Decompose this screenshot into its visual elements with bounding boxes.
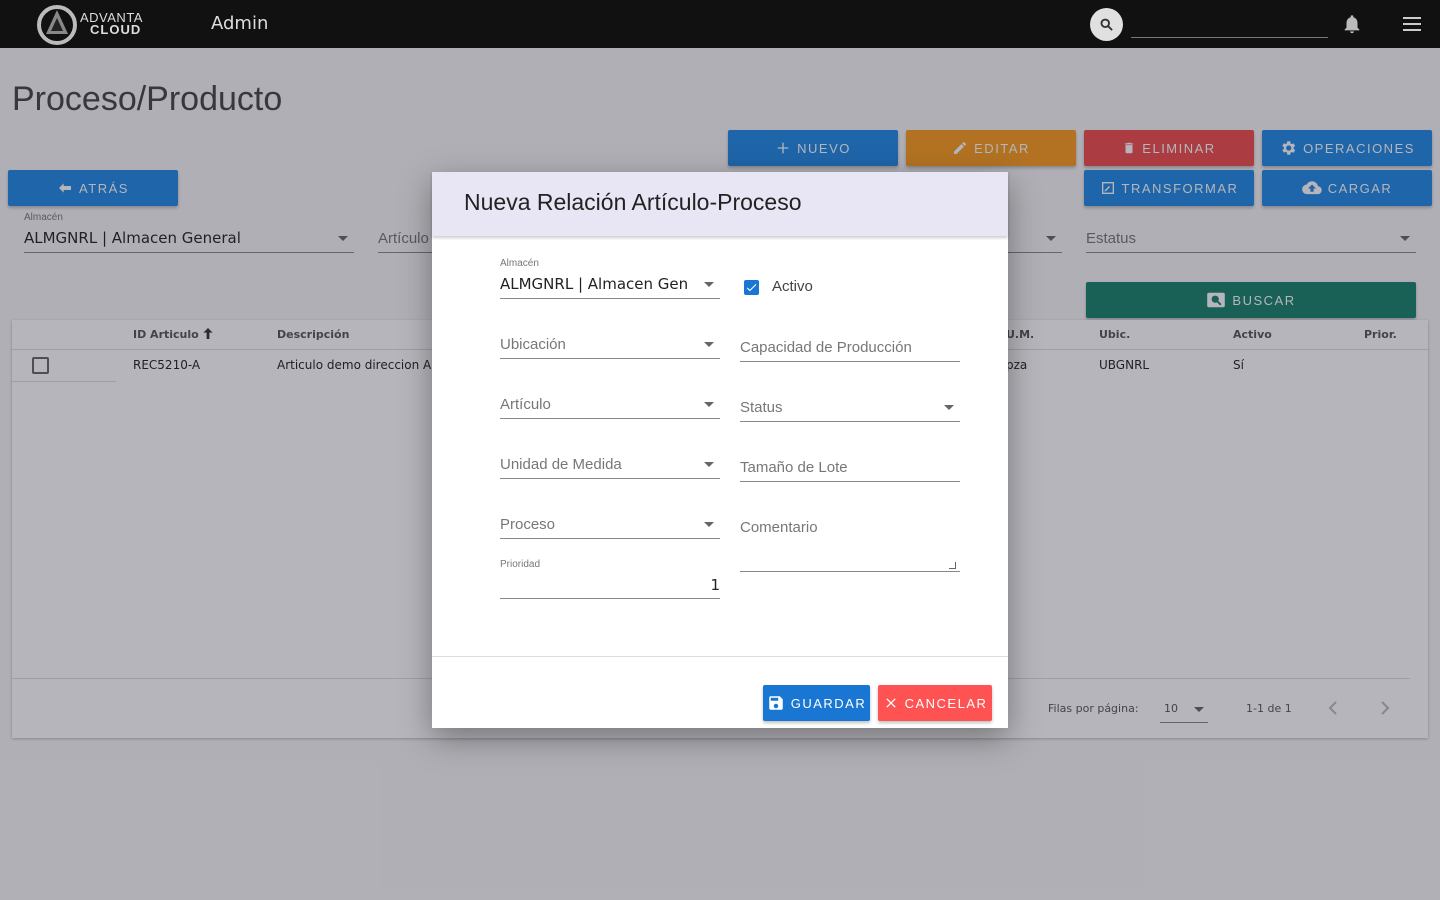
articulo-select[interactable]: Artículo [500,396,720,419]
status-placeholder: Status [740,399,783,416]
hamburger-menu-icon[interactable] [1401,14,1423,34]
tamano-lote-input[interactable]: Tamaño de Lote [740,459,960,482]
almacen-select[interactable]: Almacén ALMGNRL | Almacen Gen [500,258,720,299]
resize-handle-icon[interactable] [949,562,956,569]
logo-text-cloud: CLOUD [90,22,142,37]
chevron-down-icon [944,405,954,410]
close-icon [885,698,896,708]
cancelar-label: Cancelar [904,695,988,711]
capacidad-produccion-input[interactable]: Capacidad de Producción [740,339,960,362]
ubicacion-select[interactable]: Ubicación [500,336,720,359]
cancelar-button[interactable]: Cancelar [878,685,992,721]
guardar-label: Guardar [790,695,867,711]
proceso-placeholder: Proceso [500,516,556,533]
chevron-down-icon [704,522,714,527]
unidad-placeholder: Unidad de Medida [500,456,622,473]
chevron-down-icon [704,402,714,407]
checkmark-icon [746,284,757,292]
dialog-title: Nueva Relación Artículo-Proceso [464,189,802,215]
dialog-header: Nueva Relación Artículo-Proceso [432,172,1008,236]
almacen-value: ALMGNRL | Almacen Gen [500,275,689,293]
notifications-bell-icon[interactable] [1341,12,1363,36]
comentario-textarea[interactable]: Comentario [740,519,960,572]
section-title: Admin [211,13,269,34]
nueva-relacion-dialog: Nueva Relación Artículo-Proceso Almacén … [432,172,1008,728]
top-bar: ADVANTA CLOUD Admin [0,0,1440,48]
tamano-placeholder: Tamaño de Lote [740,459,848,476]
chevron-down-icon [704,342,714,347]
activo-label: Activo [772,278,813,295]
articulo-placeholder: Artículo [500,396,551,413]
capacidad-placeholder: Capacidad de Producción [740,339,912,356]
guardar-button[interactable]: Guardar [763,685,870,721]
comentario-placeholder: Comentario [740,519,818,536]
prioridad-label: Prioridad [500,559,541,570]
ubicacion-placeholder: Ubicación [500,336,566,353]
almacen-label: Almacén [500,258,539,269]
logo-mark-icon [37,5,77,45]
chevron-down-icon [704,462,714,467]
search-input[interactable] [1131,37,1328,38]
chevron-down-icon [704,282,714,287]
activo-checkbox[interactable] [744,280,759,295]
prioridad-value: 1 [710,576,720,594]
search-button[interactable] [1090,8,1123,41]
status-select[interactable]: Status [740,399,960,422]
search-icon [1100,18,1113,31]
advanta-cloud-logo[interactable]: ADVANTA CLOUD [36,4,160,45]
unidad-medida-select[interactable]: Unidad de Medida [500,456,720,479]
save-icon [768,696,783,710]
prioridad-input[interactable]: Prioridad 1 [500,559,720,599]
proceso-select[interactable]: Proceso [500,516,720,539]
